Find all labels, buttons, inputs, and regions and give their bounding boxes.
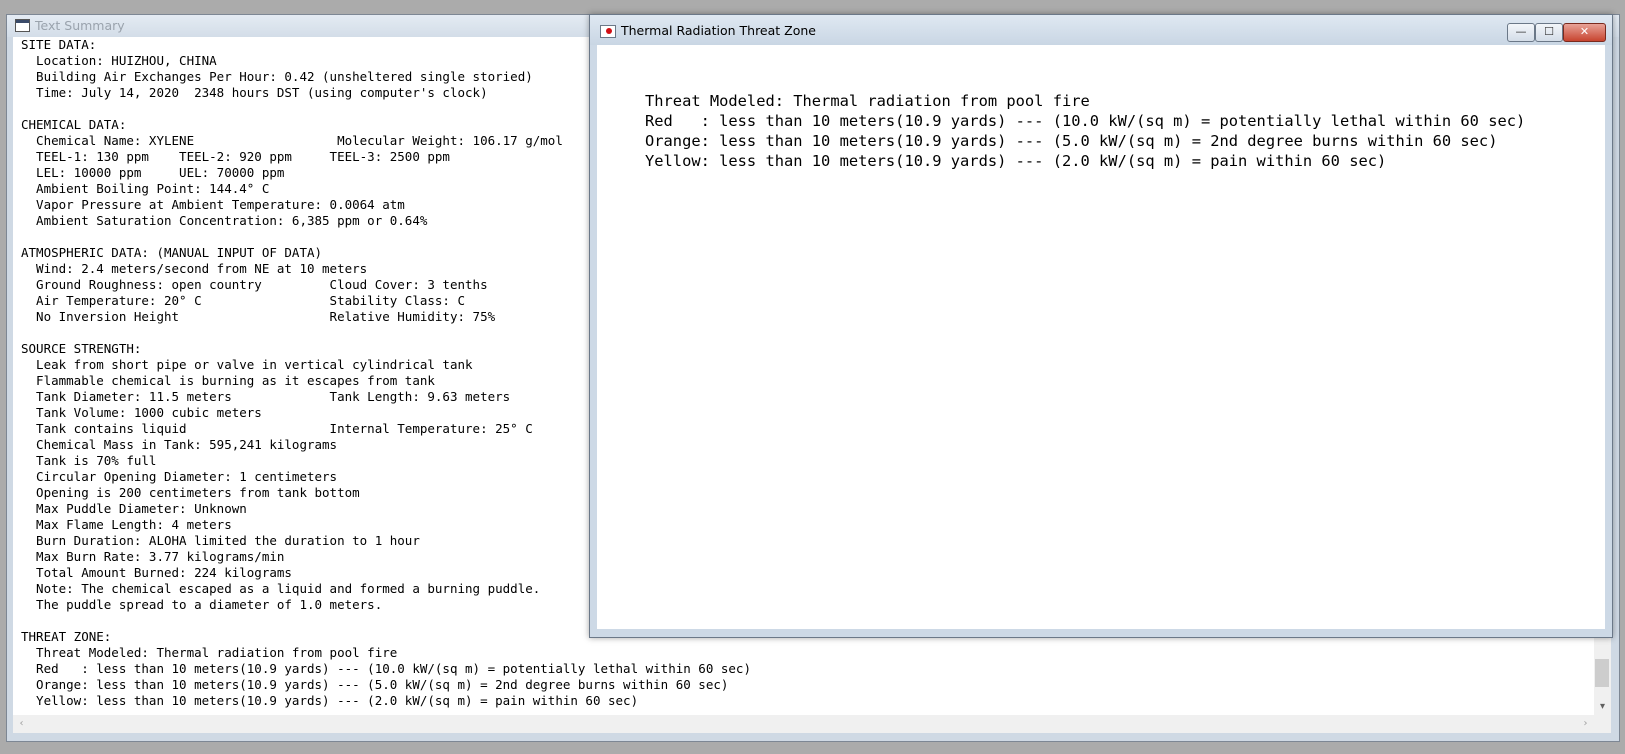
threat-line: Orange: less than 10 meters(10.9 yards) …	[645, 132, 1498, 150]
summary-line: Orange: less than 10 meters(10.9 yards) …	[21, 677, 729, 692]
scroll-down-arrow-icon[interactable]: ▾	[1594, 698, 1611, 715]
scroll-left-arrow-icon[interactable]: ‹	[13, 715, 30, 733]
maximize-button[interactable]: ☐	[1535, 23, 1563, 42]
scroll-corner	[1594, 715, 1611, 733]
threat-text: Threat Modeled: Thermal radiation from p…	[645, 91, 1525, 171]
threat-line: Red : less than 10 meters(10.9 yards) --…	[645, 112, 1526, 130]
summary-line: Threat Modeled: Thermal radiation from p…	[21, 645, 398, 660]
summary-line: Red : less than 10 meters(10.9 yards) --…	[21, 661, 751, 676]
close-button[interactable]: ✕	[1563, 23, 1606, 42]
horizontal-scrollbar[interactable]: ‹ ›	[13, 715, 1594, 733]
thermal-radiation-window[interactable]: Thermal Radiation Threat Zone — ☐ ✕ Thre…	[589, 14, 1613, 638]
threat-line: Threat Modeled: Thermal radiation from p…	[645, 92, 1090, 110]
window-icon	[15, 19, 30, 32]
thermal-radiation-title: Thermal Radiation Threat Zone	[621, 23, 816, 38]
scroll-right-arrow-icon[interactable]: ›	[1577, 715, 1594, 733]
summary-line: Yellow: less than 10 meters(10.9 yards) …	[21, 693, 639, 708]
thermal-radiation-titlebar[interactable]: Thermal Radiation Threat Zone — ☐ ✕	[590, 15, 1612, 45]
threat-zone-icon	[600, 25, 616, 38]
text-summary-title: Text Summary	[35, 18, 125, 33]
minimize-button[interactable]: —	[1507, 23, 1535, 42]
threat-line: Yellow: less than 10 meters(10.9 yards) …	[645, 152, 1387, 170]
thermal-radiation-content: Threat Modeled: Thermal radiation from p…	[597, 45, 1605, 629]
vertical-scroll-thumb[interactable]	[1595, 659, 1609, 687]
